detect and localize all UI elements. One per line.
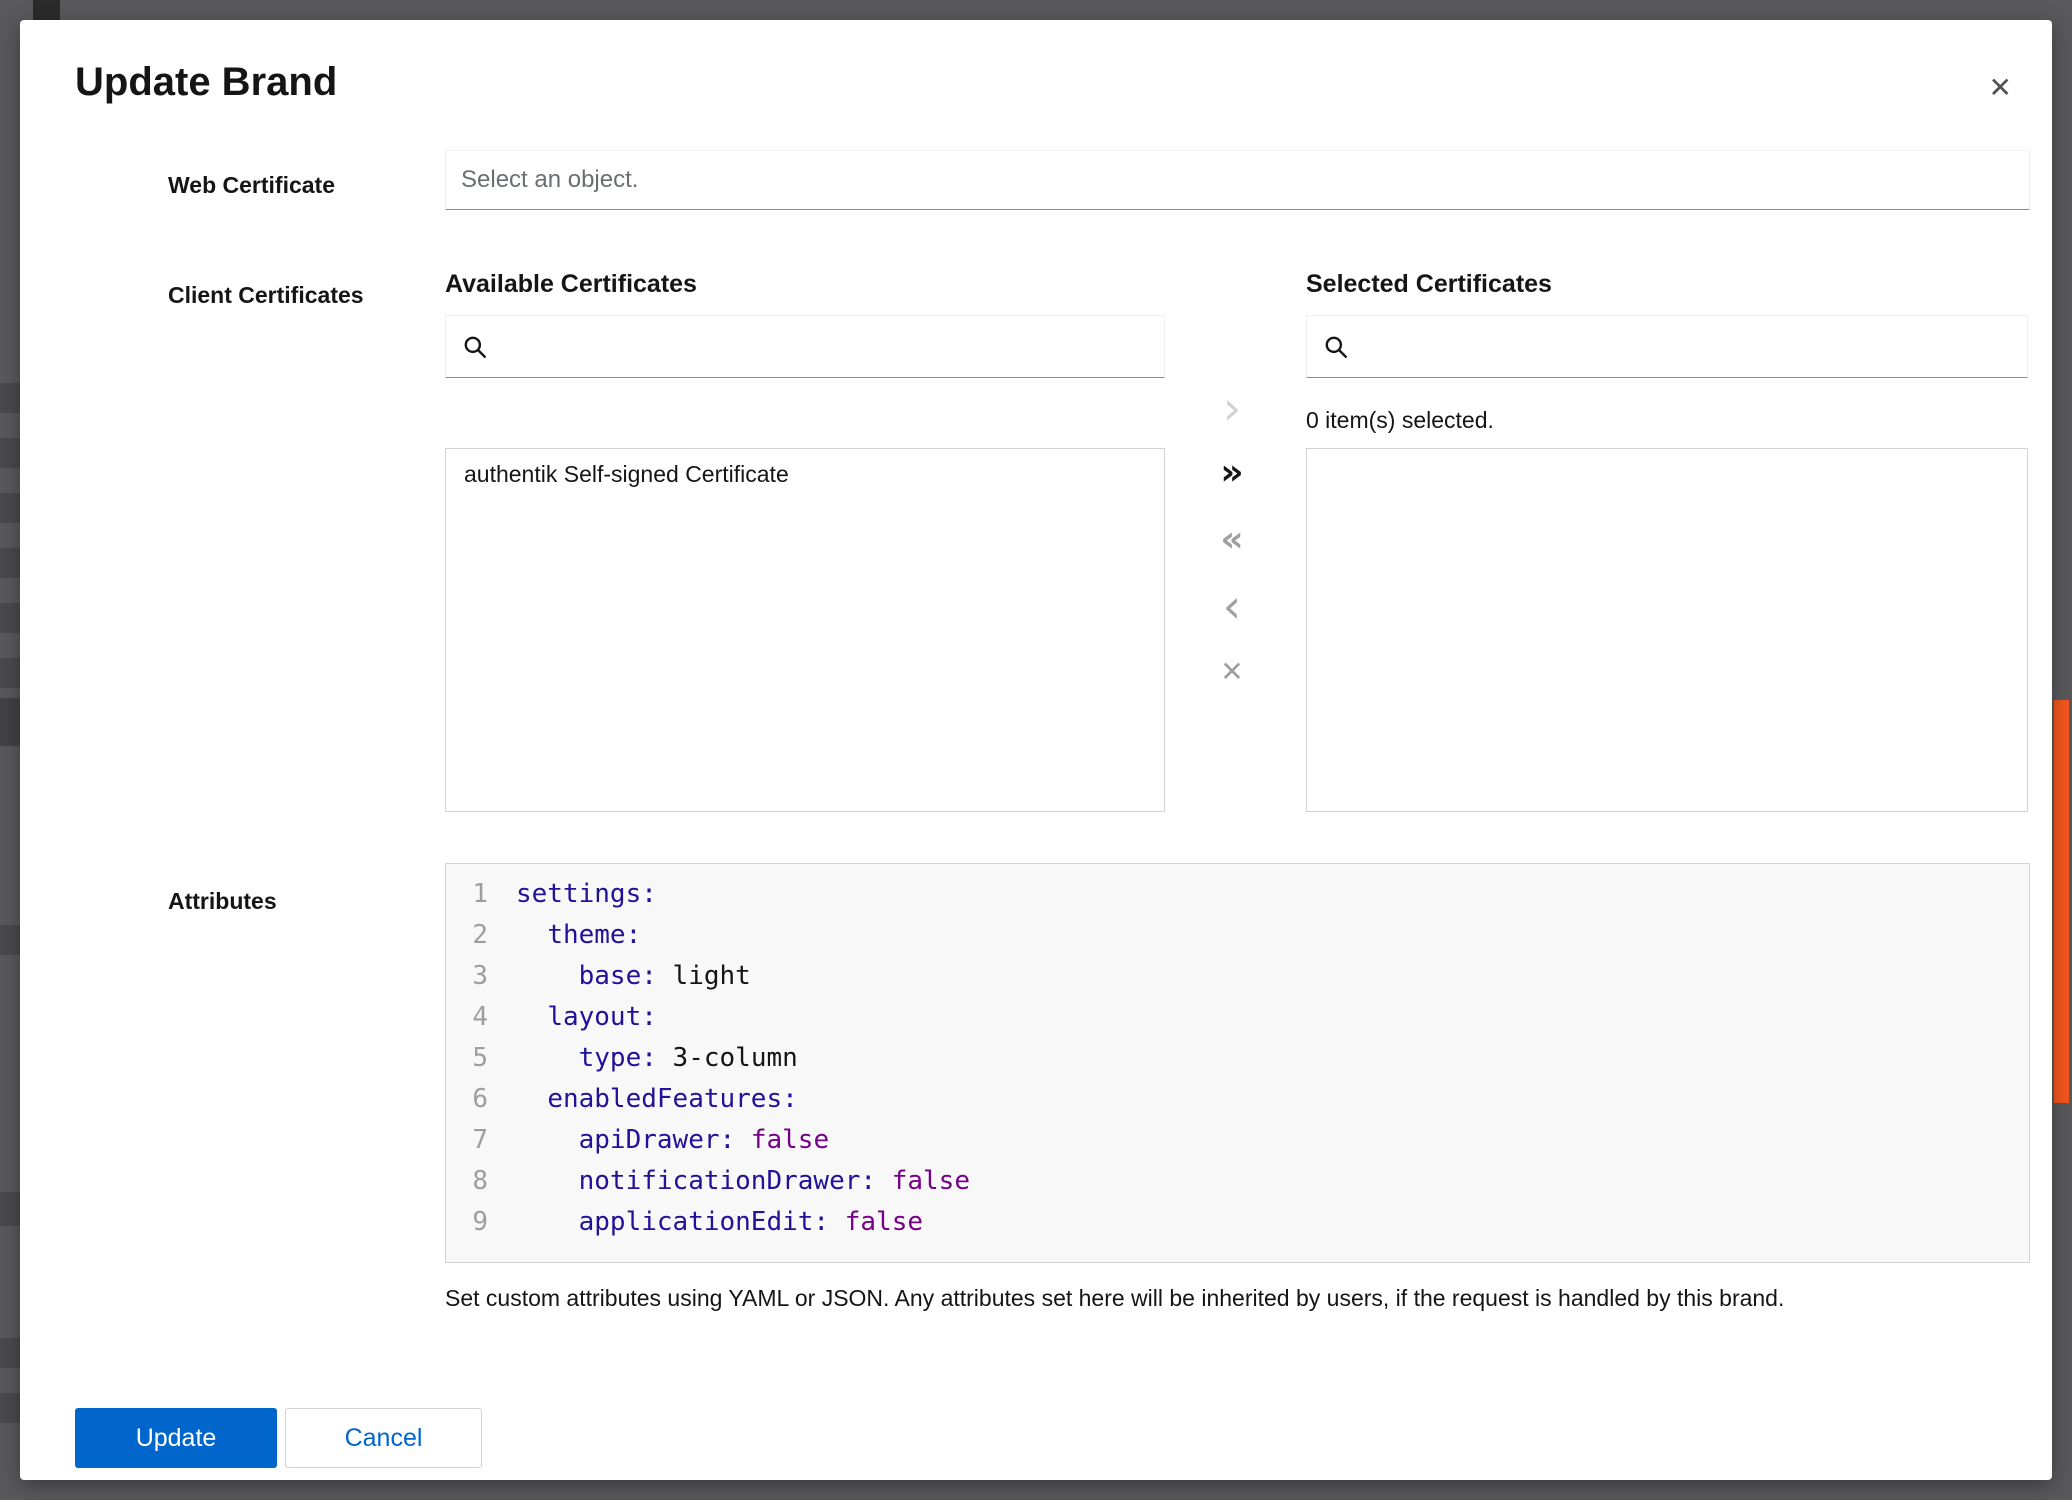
code-line: 9 applicationEdit: false <box>446 1202 2029 1243</box>
line-number: 1 <box>446 874 502 915</box>
line-number: 7 <box>446 1120 502 1161</box>
line-number: 5 <box>446 1038 502 1079</box>
available-certificates-list[interactable]: authentik Self-signed Certificate <box>445 448 1165 812</box>
update-button[interactable]: Update <box>75 1408 277 1468</box>
background-artifact <box>0 658 20 688</box>
code-line: 8 notificationDrawer: false <box>446 1161 2029 1202</box>
certificate-list-item[interactable]: authentik Self-signed Certificate <box>446 449 1164 500</box>
modal-title: Update Brand <box>75 58 337 106</box>
background-artifact <box>0 548 20 578</box>
selected-certificates-search[interactable] <box>1306 315 2028 378</box>
background-artifact <box>0 1338 20 1368</box>
available-certificates-search[interactable] <box>445 315 1165 378</box>
move-selected-right-button[interactable]: › <box>1202 383 1262 433</box>
background-notification-strip <box>2054 700 2069 1103</box>
available-certificates-heading: Available Certificates <box>445 270 697 299</box>
clear-selection-button[interactable]: ✕ <box>1202 647 1262 697</box>
line-number: 4 <box>446 997 502 1038</box>
close-icon[interactable]: ✕ <box>1985 70 2016 106</box>
code-line: 5 type: 3-column <box>446 1038 2029 1079</box>
selected-count-status: 0 item(s) selected. <box>1306 407 1494 434</box>
attributes-code-editor[interactable]: 1settings:2 theme:3 base: light4 layout:… <box>445 863 2030 1263</box>
code-line: 2 theme: <box>446 915 2029 956</box>
client-certificates-label: Client Certificates <box>168 282 364 309</box>
attributes-label: Attributes <box>168 888 277 915</box>
update-brand-modal: Update Brand ✕ Web Certificate Client Ce… <box>20 20 2052 1480</box>
available-certificates-search-input[interactable] <box>502 332 1148 362</box>
background-artifact <box>0 698 20 746</box>
line-number: 2 <box>446 915 502 956</box>
web-certificate-select-input[interactable] <box>445 150 2030 210</box>
background-artifact <box>0 1393 20 1423</box>
background-artifact <box>0 603 20 633</box>
search-icon <box>1323 334 1349 360</box>
code-line: 6 enabledFeatures: <box>446 1079 2029 1120</box>
background-artifact <box>0 438 20 468</box>
background-artifact <box>0 925 20 955</box>
attributes-help-text: Set custom attributes using YAML or JSON… <box>445 1285 2025 1312</box>
selected-certificates-list[interactable] <box>1306 448 2028 812</box>
search-icon <box>462 334 488 360</box>
line-number: 9 <box>446 1202 502 1243</box>
selected-certificates-search-input[interactable] <box>1363 332 2011 362</box>
line-number: 8 <box>446 1161 502 1202</box>
code-line: 7 apiDrawer: false <box>446 1120 2029 1161</box>
code-line: 4 layout: <box>446 997 2029 1038</box>
cancel-button[interactable]: Cancel <box>285 1408 482 1468</box>
background-artifact <box>0 493 20 523</box>
code-line: 3 base: light <box>446 956 2029 997</box>
line-number: 6 <box>446 1079 502 1120</box>
move-all-left-button[interactable]: « <box>1202 515 1262 565</box>
web-certificate-label: Web Certificate <box>168 172 335 199</box>
line-number: 3 <box>446 956 502 997</box>
background-artifact <box>0 1192 20 1226</box>
code-line: 1settings: <box>446 874 2029 915</box>
background-artifact <box>0 383 20 413</box>
move-all-right-button[interactable]: » <box>1202 448 1262 498</box>
selected-certificates-heading: Selected Certificates <box>1306 270 1552 299</box>
move-selected-left-button[interactable]: ‹ <box>1202 581 1262 631</box>
